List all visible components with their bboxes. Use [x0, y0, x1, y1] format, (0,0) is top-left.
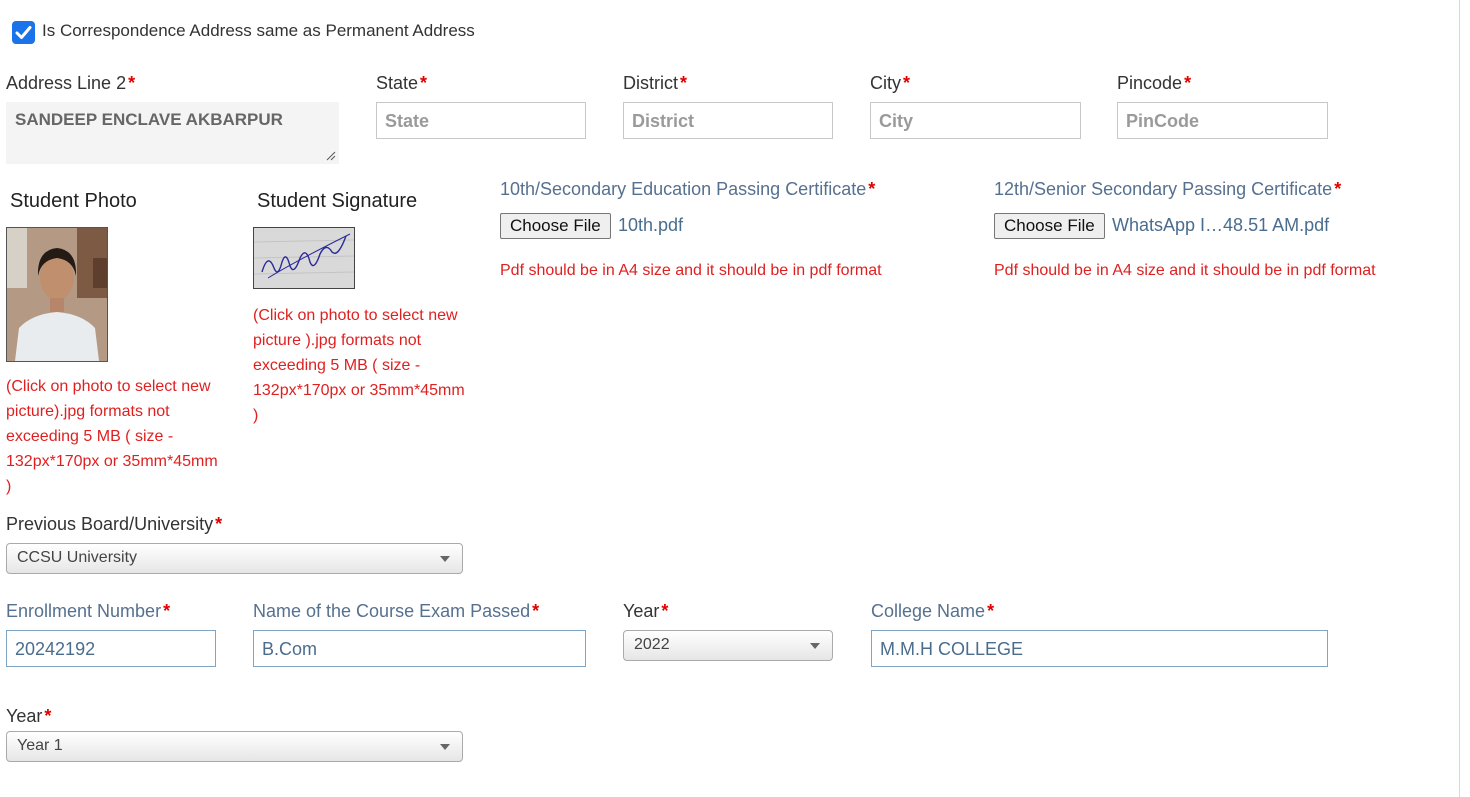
- district-label: District *: [623, 73, 688, 93]
- college-name-input[interactable]: M.M.H COLLEGE: [871, 630, 1328, 667]
- address-line2-value: SANDEEP ENCLAVE AKBARPUR: [15, 110, 283, 129]
- correspondence-checkbox[interactable]: [12, 21, 35, 44]
- pincode-input[interactable]: PinCode: [1117, 102, 1328, 139]
- year-select[interactable]: Year 1: [6, 731, 463, 762]
- cert10-choose-file-button[interactable]: Choose File: [500, 213, 611, 239]
- chevron-down-icon: [810, 643, 820, 649]
- student-signature-note: (Click on photo to select new picture ).…: [253, 307, 465, 424]
- cert12-label: 12th/Senior Secondary Passing Certificat…: [994, 179, 1342, 199]
- city-label: City *: [870, 73, 911, 93]
- city-input[interactable]: City: [870, 102, 1081, 139]
- previous-board-select[interactable]: CCSU University: [6, 543, 463, 574]
- student-photo-heading: Student Photo: [10, 190, 137, 212]
- cert12-file-name: WhatsApp I…48.51 AM.pdf: [1112, 215, 1330, 235]
- previous-board-label: Previous Board/University *: [6, 514, 223, 534]
- correspondence-checkbox-label[interactable]: Is Correspondence Address same as Perman…: [42, 21, 475, 41]
- pincode-label: Pincode *: [1117, 73, 1192, 93]
- resize-handle-icon[interactable]: [326, 151, 336, 161]
- student-photo[interactable]: [6, 227, 108, 362]
- checkmark-icon: [15, 26, 32, 39]
- year-passed-label: Year *: [623, 601, 669, 621]
- chevron-down-icon: [440, 744, 450, 750]
- course-name-label: Name of the Course Exam Passed *: [253, 601, 540, 621]
- address-line2-textarea[interactable]: SANDEEP ENCLAVE AKBARPUR: [6, 102, 339, 164]
- district-input[interactable]: District: [623, 102, 833, 139]
- state-input[interactable]: State: [376, 102, 586, 139]
- college-name-label: College Name *: [871, 601, 995, 621]
- address-line2-label: Address Line 2 *: [6, 73, 136, 93]
- page-edge-divider: [1459, 0, 1460, 797]
- enrollment-number-input[interactable]: 20242192: [6, 630, 216, 667]
- student-photo-note: (Click on photo to select new picture).j…: [6, 378, 218, 495]
- cert12-choose-file-button[interactable]: Choose File: [994, 213, 1105, 239]
- course-name-input[interactable]: B.Com: [253, 630, 586, 667]
- student-signature-heading: Student Signature: [257, 190, 418, 212]
- student-signature-image[interactable]: [253, 227, 355, 289]
- year-label: Year *: [6, 706, 52, 726]
- year-value: Year 1: [17, 737, 63, 754]
- chevron-down-icon: [440, 556, 450, 562]
- previous-board-value: CCSU University: [17, 549, 138, 566]
- cert12-note: Pdf should be in A4 size and it should b…: [994, 262, 1376, 279]
- enrollment-number-label: Enrollment Number *: [6, 601, 171, 621]
- cert10-file-name: 10th.pdf: [618, 215, 684, 235]
- cert10-label: 10th/Secondary Education Passing Certifi…: [500, 179, 876, 199]
- year-passed-select[interactable]: 2022: [623, 630, 833, 661]
- year-passed-value: 2022: [634, 636, 670, 653]
- cert10-note: Pdf should be in A4 size and it should b…: [500, 262, 882, 279]
- state-label: State *: [376, 73, 428, 93]
